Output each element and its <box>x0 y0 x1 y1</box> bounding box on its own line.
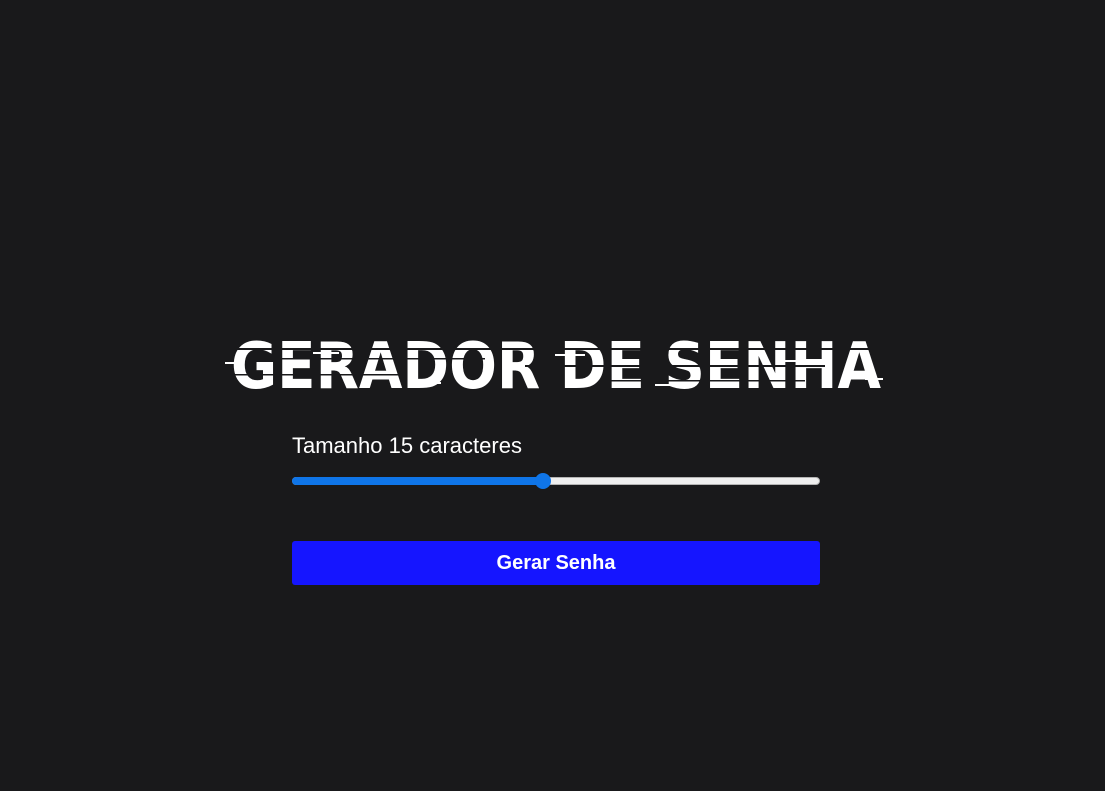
length-label: Tamanho 15 caracteres <box>292 430 820 462</box>
password-generator-page: GERADOR DE SENHA Tamanho 15 caracteres G… <box>0 0 1105 791</box>
page-title: GERADOR DE SENHA <box>231 334 881 394</box>
page-title-logo: GERADOR DE SENHA <box>225 334 887 394</box>
length-label-prefix: Tamanho <box>292 433 383 458</box>
generate-password-button[interactable]: Gerar Senha <box>292 541 820 585</box>
slider-fill <box>292 477 543 485</box>
length-slider[interactable] <box>292 473 820 489</box>
length-value: 15 <box>388 433 414 458</box>
glitch-title-svg: GERADOR DE SENHA <box>225 334 883 394</box>
slider-thumb[interactable] <box>535 473 551 489</box>
generator-controls: Tamanho 15 caracteres Gerar Senha <box>292 430 820 585</box>
length-label-suffix: caracteres <box>419 433 522 458</box>
